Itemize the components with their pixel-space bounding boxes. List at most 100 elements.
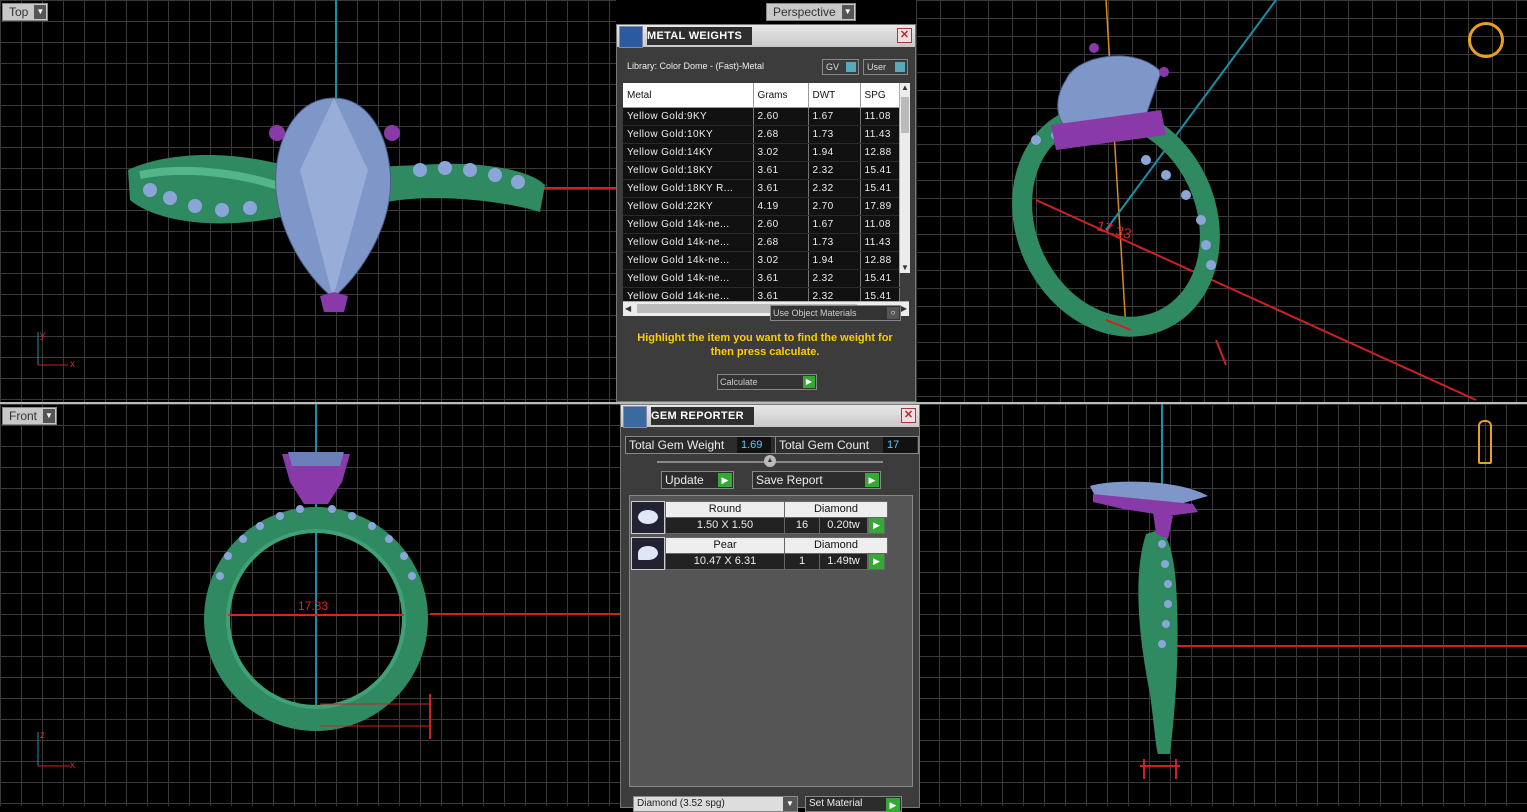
cell-grams: 2.60: [753, 215, 809, 234]
table-row[interactable]: Yellow Gold:18KY 3.61 2.32 15.41: [623, 161, 900, 180]
cell-grams: 2.60: [753, 107, 809, 126]
column-header-dwt[interactable]: DWT: [808, 83, 861, 108]
column-header-grams[interactable]: Grams: [753, 83, 809, 108]
cell-spg: 11.08: [860, 215, 900, 234]
cell-metal: Yellow Gold 14k-ne...: [623, 251, 754, 270]
perspective-dimension-label: 17.33: [1095, 217, 1133, 242]
instruction-text: Highlight the item you want to find the …: [637, 332, 893, 358]
save-report-button[interactable]: Save Report ▶: [752, 471, 881, 489]
gv-label: GV: [826, 62, 840, 72]
gem-size: 1.50 X 1.50: [665, 517, 785, 534]
viewport-top[interactable]: y x Top ▼: [0, 0, 616, 402]
scroll-thumb[interactable]: [901, 97, 909, 133]
gem-shape: Pear: [665, 537, 785, 554]
set-material-button[interactable]: Set Material ▶: [805, 796, 902, 812]
viewport-top-title: Top: [9, 5, 29, 19]
table-row[interactable]: Yellow Gold 14k-ne... 2.60 1.67 11.08: [623, 215, 900, 234]
scroll-right-icon[interactable]: ▶: [901, 302, 907, 316]
gem-reporter-title: GEM REPORTER: [651, 407, 754, 425]
table-row[interactable]: Yellow Gold:18KY R... 3.61 2.32 15.41: [623, 179, 900, 198]
scale-icon: [619, 26, 643, 48]
gv-toggle[interactable]: GV: [822, 59, 859, 75]
table-row[interactable]: Yellow Gold:9KY 2.60 1.67 11.08: [623, 107, 900, 126]
cell-dwt: 1.94: [808, 251, 861, 270]
cell-spg: 12.88: [860, 143, 900, 162]
calculate-button[interactable]: Calculate ▶: [717, 374, 817, 390]
use-object-materials-label: Use Object Materials: [773, 308, 857, 318]
cell-dwt: 1.67: [808, 107, 861, 126]
cell-spg: 12.88: [860, 251, 900, 270]
column-header-metal[interactable]: Metal: [623, 83, 754, 108]
scroll-up-icon[interactable]: ▲: [900, 83, 910, 93]
axis-y-label: y: [40, 330, 45, 341]
gem-reporter-titlebar[interactable]: GEM REPORTER ✕: [621, 405, 919, 428]
viewport-label-top[interactable]: Top ▼: [2, 3, 49, 21]
toggle-icon: ○: [887, 307, 899, 319]
cell-grams: 2.68: [753, 125, 809, 144]
viewport-front[interactable]: 17.33 z x Front ▼: [0, 404, 620, 806]
scroll-down-icon[interactable]: ▼: [900, 263, 910, 273]
gem-list: Round Diamond 1.50 X 1.50 16 0.20tw ▶ Pe…: [629, 495, 913, 787]
close-icon[interactable]: ✕: [897, 28, 912, 43]
cell-spg: 11.08: [860, 107, 900, 126]
cell-spg: 15.41: [860, 179, 900, 198]
table-row[interactable]: Yellow Gold:22KY 4.19 2.70 17.89: [623, 197, 900, 216]
gem-size: 10.47 X 6.31: [665, 553, 785, 570]
table-row[interactable]: Yellow Gold 14k-ne... 3.61 2.32 15.41: [623, 269, 900, 288]
update-button[interactable]: Update ▶: [661, 471, 734, 489]
gem-weight: 1.49tw: [819, 553, 868, 570]
metal-table-header: Metal Grams DWT SPG: [623, 83, 900, 108]
material-select-value: Diamond (3.52 spg): [637, 798, 725, 809]
chevron-down-icon[interactable]: ▼: [43, 409, 56, 423]
total-gem-count-label: Total Gem Count: [779, 438, 870, 452]
cell-metal: Yellow Gold 14k-ne...: [623, 215, 754, 234]
viewport-side[interactable]: [918, 404, 1527, 806]
metal-table: Metal Grams DWT SPG Yellow Gold:9KY 2.60 1…: [623, 83, 900, 306]
save-report-label: Save Report: [756, 473, 823, 487]
viewport-perspective[interactable]: 17.33 Perspective ▼: [916, 0, 1527, 402]
cell-spg: 11.43: [860, 125, 900, 144]
scroll-left-icon[interactable]: ◀: [625, 302, 631, 316]
table-row[interactable]: Yellow Gold:14KY 3.02 1.94 12.88: [623, 143, 900, 162]
close-icon[interactable]: ✕: [901, 408, 916, 423]
table-row[interactable]: Yellow Gold 14k-ne... 3.02 1.94 12.88: [623, 251, 900, 270]
gem-shape: Round: [665, 501, 785, 518]
material-select[interactable]: Diamond (3.52 spg) ▼: [633, 796, 798, 812]
column-header-spg[interactable]: SPG: [860, 83, 900, 108]
table-row[interactable]: Yellow Gold 14k-ne... 2.68 1.73 11.43: [623, 233, 900, 252]
gem-reporter-panel: GEM REPORTER ✕ Total Gem Weight 1.69 Tot…: [620, 404, 920, 812]
ring-side-view: [1090, 404, 1527, 779]
axis-x-label: x: [70, 359, 75, 370]
viewport-divider-horizontal[interactable]: [0, 402, 1527, 404]
cell-spg: 15.41: [860, 161, 900, 180]
gem-row-pear[interactable]: Pear Diamond 10.47 X 6.31 1 1.49tw ▶: [630, 536, 890, 570]
ring-front-view: 17.33 z x: [37, 404, 620, 771]
cell-dwt: 2.32: [808, 161, 861, 180]
chevron-down-icon[interactable]: ▼: [841, 5, 854, 19]
metal-weights-titlebar[interactable]: METAL WEIGHTS ✕: [617, 25, 915, 48]
chevron-down-icon[interactable]: ▼: [34, 5, 47, 19]
viewport-perspective-tab-title: Perspective: [773, 5, 836, 19]
table-row[interactable]: Yellow Gold:10KY 2.68 1.73 11.43: [623, 125, 900, 144]
axis-z-label: z: [40, 730, 45, 741]
cell-spg: 11.43: [860, 233, 900, 252]
cell-metal: Yellow Gold:18KY: [623, 161, 754, 180]
metal-table-vertical-scrollbar[interactable]: ▲ ▼: [899, 83, 910, 273]
viewcube-pencil-icon[interactable]: [1478, 420, 1492, 464]
viewcube-ring-icon[interactable]: [1468, 22, 1504, 58]
ring-top-view: y x: [37, 0, 616, 370]
gem-row-round[interactable]: Round Diamond 1.50 X 1.50 16 0.20tw ▶: [630, 500, 890, 534]
viewport-label-perspective-tab[interactable]: Perspective ▼: [766, 3, 856, 21]
total-gem-weight-value: 1.69: [737, 437, 771, 453]
collapse-icon[interactable]: ▲: [764, 455, 776, 467]
cell-metal: Yellow Gold:22KY: [623, 197, 754, 216]
total-gem-count-value: 17: [883, 437, 917, 453]
select-gem-button[interactable]: ▶: [868, 517, 885, 534]
user-toggle[interactable]: User: [863, 59, 908, 75]
use-object-materials-toggle[interactable]: Use Object Materials ○: [770, 305, 901, 321]
gem-material: Diamond: [784, 537, 888, 554]
viewport-label-front[interactable]: Front ▼: [2, 407, 58, 425]
select-gem-button[interactable]: ▶: [868, 553, 885, 570]
play-icon: ▶: [803, 376, 815, 388]
cell-spg: 17.89: [860, 197, 900, 216]
